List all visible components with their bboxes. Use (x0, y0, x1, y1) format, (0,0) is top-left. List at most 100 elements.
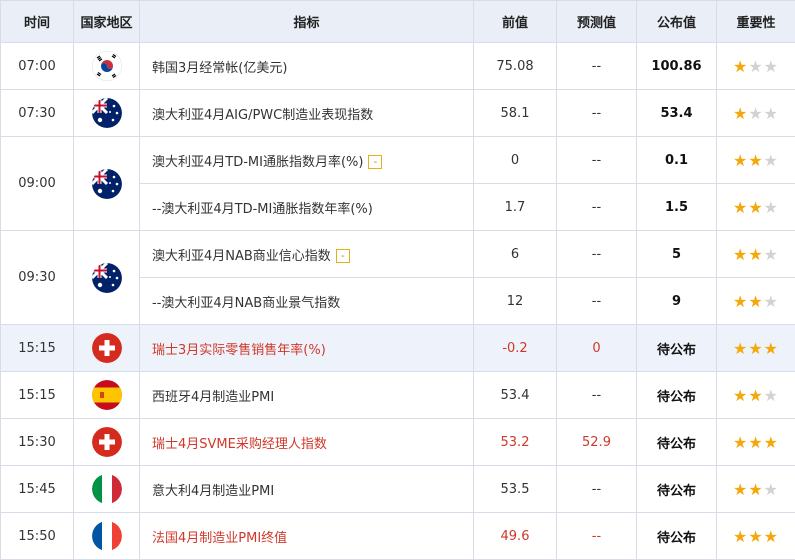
korea-flag-icon (92, 51, 122, 81)
indicator-cell: 澳大利亚4月TD-MI通胀指数月率(%)- (140, 137, 474, 184)
importance-cell: ★★★ (717, 466, 795, 513)
star-icon: ★ (748, 292, 763, 311)
actual-cell: 53.4 (637, 90, 717, 137)
actual-cell: 待公布 (637, 466, 717, 513)
table-row[interactable]: 15:30 瑞士4月SVME采购经理人指数 53.2 52.9 待公布 ★★★ (1, 419, 795, 466)
country-cell (74, 419, 140, 466)
actual-cell: 1.5 (637, 184, 717, 231)
indicator-name[interactable]: 意大利4月制造业PMI (152, 484, 274, 499)
indicator-cell: 西班牙4月制造业PMI (140, 372, 474, 419)
previous-cell: 53.4 (474, 372, 557, 419)
forecast-cell: -- (557, 43, 637, 90)
australia-flag-icon (92, 263, 122, 293)
table-row[interactable]: 07:00 韩国3月经常帐(亿美元) 75.08 -- 100.86 ★★★ (1, 43, 795, 90)
actual-cell: 待公布 (637, 372, 717, 419)
actual-cell: 5 (637, 231, 717, 278)
previous-cell: 75.08 (474, 43, 557, 90)
importance-cell: ★★★ (717, 137, 795, 184)
forecast-cell: -- (557, 278, 637, 325)
star-rating: ★★★ (733, 198, 779, 217)
time-cell: 15:45 (1, 466, 74, 513)
star-icon: ★ (748, 480, 763, 499)
australia-flag-icon (92, 98, 122, 128)
importance-cell: ★★★ (717, 184, 795, 231)
indicator-name[interactable]: 澳大利亚4月AIG/PWC制造业表现指数 (152, 108, 373, 123)
indicator-name[interactable]: --澳大利亚4月TD-MI通胀指数年率(%) (152, 202, 373, 217)
star-rating: ★★★ (733, 480, 779, 499)
star-icon: ★ (733, 433, 748, 452)
star-icon: ★ (733, 527, 748, 546)
table-row[interactable]: 09:30 澳大利亚4月NAB商业信心指数- 6 -- 5 ★★★ (1, 231, 795, 278)
importance-cell: ★★★ (717, 278, 795, 325)
country-cell (74, 466, 140, 513)
indicator-cell: --澳大利亚4月TD-MI通胀指数年率(%) (140, 184, 474, 231)
switzerland-flag-icon (92, 427, 122, 457)
star-icon: ★ (733, 480, 748, 499)
forecast-cell: -- (557, 137, 637, 184)
indicator-name[interactable]: --澳大利亚4月NAB商业景气指数 (152, 296, 340, 311)
header-importance: 重要性 (717, 1, 795, 43)
previous-cell: 0 (474, 137, 557, 184)
expand-icon[interactable]: - (368, 155, 382, 169)
expand-icon[interactable]: - (336, 249, 350, 263)
star-icon: ★ (764, 151, 779, 170)
star-icon: ★ (764, 104, 779, 123)
importance-cell: ★★★ (717, 90, 795, 137)
time-cell: 15:30 (1, 419, 74, 466)
forecast-cell: -- (557, 184, 637, 231)
star-rating: ★★★ (733, 292, 779, 311)
indicator-cell: 澳大利亚4月NAB商业信心指数- (140, 231, 474, 278)
country-cell (74, 325, 140, 372)
indicator-name[interactable]: 澳大利亚4月NAB商业信心指数 (152, 249, 331, 264)
indicator-name[interactable]: 韩国3月经常帐(亿美元) (152, 61, 287, 76)
table-row[interactable]: 09:00 澳大利亚4月TD-MI通胀指数月率(%)- 0 -- 0.1 ★★★ (1, 137, 795, 184)
star-icon: ★ (748, 527, 763, 546)
italy-flag-icon (92, 474, 122, 504)
actual-cell: 0.1 (637, 137, 717, 184)
star-icon: ★ (733, 386, 748, 405)
forecast-cell: -- (557, 513, 637, 560)
table-row[interactable]: 15:15 西班牙4月制造业PMI 53.4 -- 待公布 ★★★ (1, 372, 795, 419)
time-cell: 15:15 (1, 325, 74, 372)
table-row[interactable]: 15:50 法国4月制造业PMI终值 49.6 -- 待公布 ★★★ (1, 513, 795, 560)
header-country: 国家地区 (74, 1, 140, 43)
indicator-name[interactable]: 瑞士4月SVME采购经理人指数 (152, 437, 327, 452)
star-icon: ★ (748, 104, 763, 123)
header-time: 时间 (1, 1, 74, 43)
forecast-cell: -- (557, 90, 637, 137)
star-icon: ★ (748, 198, 763, 217)
indicator-name[interactable]: 瑞士3月实际零售销售年率(%) (152, 343, 326, 358)
importance-cell: ★★★ (717, 231, 795, 278)
table-row[interactable]: 15:45 意大利4月制造业PMI 53.5 -- 待公布 ★★★ (1, 466, 795, 513)
header-row: 时间 国家地区 指标 前值 预测值 公布值 重要性 (1, 1, 795, 43)
forecast-cell: -- (557, 466, 637, 513)
indicator-name[interactable]: 西班牙4月制造业PMI (152, 390, 274, 405)
star-icon: ★ (748, 245, 763, 264)
country-cell (74, 137, 140, 231)
star-rating: ★★★ (733, 433, 779, 452)
star-icon: ★ (748, 339, 763, 358)
indicator-cell: --澳大利亚4月NAB商业景气指数 (140, 278, 474, 325)
star-icon: ★ (733, 198, 748, 217)
importance-cell: ★★★ (717, 43, 795, 90)
previous-cell: 49.6 (474, 513, 557, 560)
france-flag-icon (92, 521, 122, 551)
previous-cell: 12 (474, 278, 557, 325)
table-row[interactable]: 07:30 澳大利亚4月AIG/PWC制造业表现指数 58.1 -- 53.4 … (1, 90, 795, 137)
star-icon: ★ (748, 151, 763, 170)
star-icon: ★ (733, 104, 748, 123)
indicator-name[interactable]: 澳大利亚4月TD-MI通胀指数月率(%) (152, 155, 363, 170)
star-icon: ★ (764, 527, 779, 546)
time-cell: 15:15 (1, 372, 74, 419)
country-cell (74, 372, 140, 419)
star-rating: ★★★ (733, 339, 779, 358)
table-row[interactable]: 15:15 瑞士3月实际零售销售年率(%) -0.2 0 待公布 ★★★ (1, 325, 795, 372)
actual-cell: 待公布 (637, 419, 717, 466)
star-icon: ★ (748, 386, 763, 405)
star-rating: ★★★ (733, 151, 779, 170)
indicator-name[interactable]: 法国4月制造业PMI终值 (152, 531, 287, 546)
country-cell (74, 90, 140, 137)
actual-cell: 待公布 (637, 513, 717, 560)
previous-cell: 58.1 (474, 90, 557, 137)
header-previous: 前值 (474, 1, 557, 43)
